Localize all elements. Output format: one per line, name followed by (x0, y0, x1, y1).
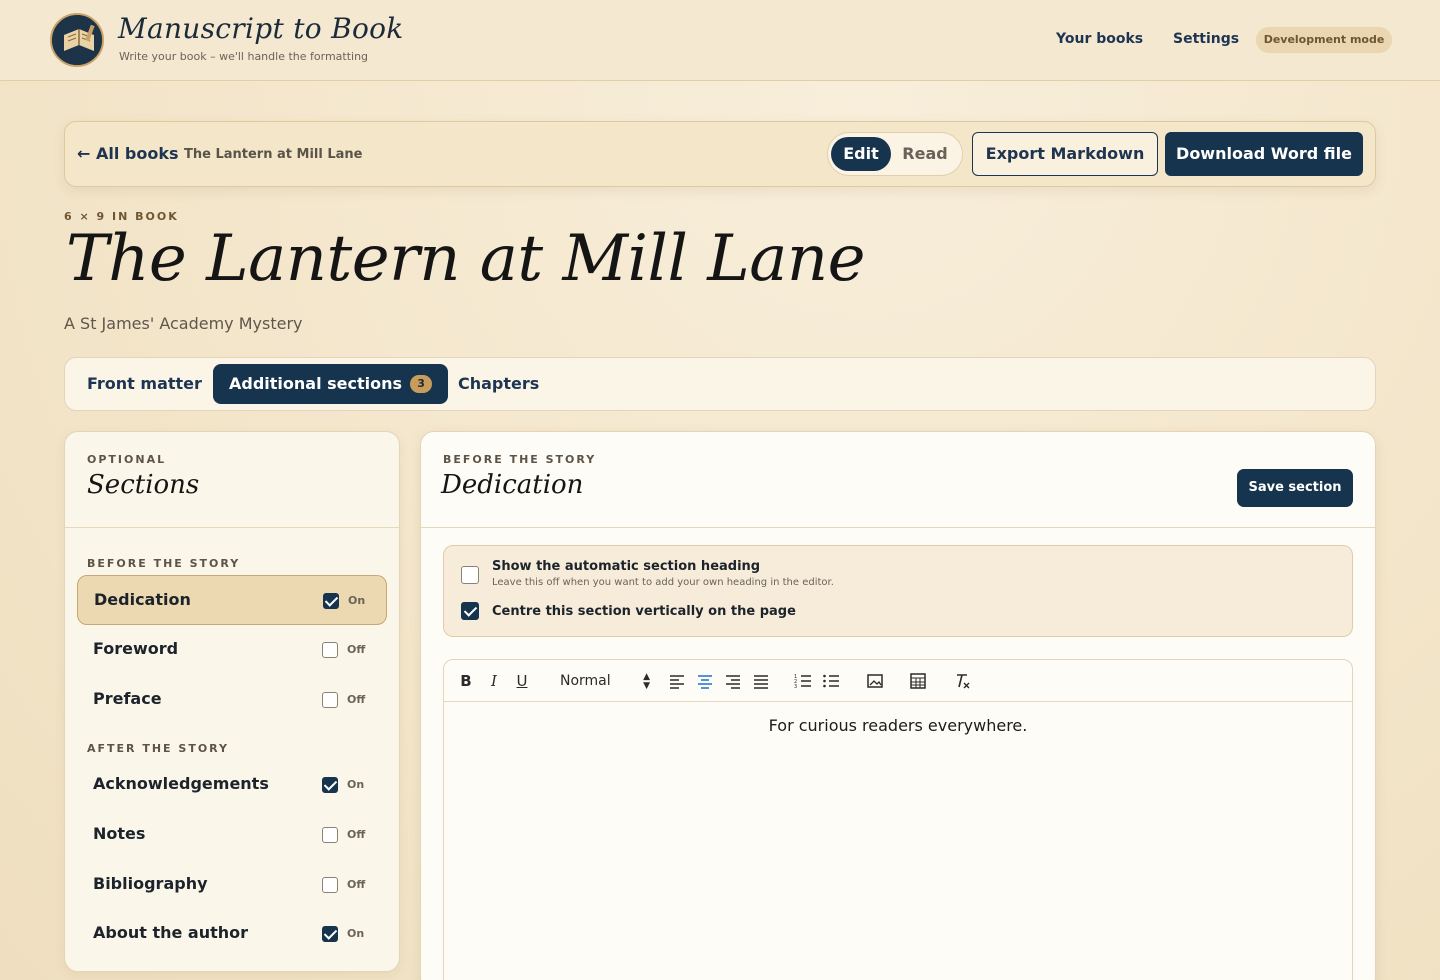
centre-vertically-checkbox[interactable] (461, 602, 479, 620)
align-center-icon[interactable] (694, 670, 716, 692)
section-state: Off (347, 693, 366, 706)
section-editor-panel: BEFORE THE STORY Dedication Save section… (420, 431, 1376, 980)
table-icon[interactable] (907, 670, 929, 692)
section-item-preface[interactable]: Preface Off (77, 675, 387, 725)
section-item-label: Bibliography (93, 874, 208, 893)
tab-additional-sections-label: Additional sections (229, 374, 403, 393)
dev-mode-badge: Development mode (1256, 27, 1392, 53)
select-arrows-icon: ▲ ▼ (643, 672, 650, 691)
section-state: On (348, 594, 366, 607)
section-item-label: Preface (93, 689, 162, 708)
edit-mode-button[interactable]: Edit (831, 137, 891, 171)
brand-tagline: Write your book – we'll handle the forma… (119, 50, 369, 63)
ordered-list-icon[interactable]: 123 (792, 670, 814, 692)
sections-sidebar: OPTIONAL Sections BEFORE THE STORY Dedic… (64, 431, 400, 972)
section-toggle-checkbox[interactable] (323, 593, 339, 609)
editor-content[interactable]: For curious readers everywhere. (444, 716, 1352, 735)
panel-header: BEFORE THE STORY Dedication Save section (421, 432, 1375, 528)
book-logo-icon[interactable] (50, 13, 104, 67)
section-state: Off (347, 643, 366, 656)
export-markdown-button[interactable]: Export Markdown (972, 132, 1158, 176)
section-item-acknowledgements[interactable]: Acknowledgements On (77, 760, 387, 810)
section-state: On (347, 778, 365, 791)
svg-text:3: 3 (794, 684, 797, 690)
centre-vertically-label: Centre this section vertically on the pa… (492, 604, 796, 619)
underline-icon[interactable]: U (511, 670, 533, 692)
group-before-label: BEFORE THE STORY (87, 557, 241, 570)
read-mode-button[interactable]: Read (894, 137, 956, 171)
toolbar-book-title: The Lantern at Mill Lane (184, 147, 363, 162)
section-item-label: Notes (93, 824, 146, 843)
section-state: On (347, 927, 365, 940)
save-section-button[interactable]: Save section (1237, 469, 1353, 507)
bold-icon[interactable]: B (455, 670, 477, 692)
section-tabs: Front matter Additional sections 3 Chapte… (64, 357, 1376, 411)
section-item-bibliography[interactable]: Bibliography Off (77, 860, 387, 910)
book-title: The Lantern at Mill Lane (66, 222, 866, 296)
all-books-back-link[interactable]: ← All books (77, 144, 179, 163)
panel-heading: Dedication (441, 470, 584, 500)
brand-title: Manuscript to Book (118, 12, 404, 45)
image-icon[interactable] (864, 670, 886, 692)
book-toolbar: ← All books The Lantern at Mill Lane Edi… (64, 121, 1376, 187)
rich-text-editor: B I U Normal ▲ ▼ 123 For curious readers… (443, 659, 1353, 980)
app-header: Manuscript to Book Write your book – we'… (0, 0, 1440, 81)
section-item-dedication[interactable]: Dedication On (77, 575, 387, 625)
paragraph-format-select[interactable]: Normal ▲ ▼ (560, 671, 650, 691)
section-item-label: About the author (93, 923, 249, 942)
section-toggle-checkbox[interactable] (322, 877, 338, 893)
section-item-about-the-author[interactable]: About the author On (77, 909, 387, 959)
section-toggle-checkbox[interactable] (322, 827, 338, 843)
align-left-icon[interactable] (666, 670, 688, 692)
section-toggle-checkbox[interactable] (322, 926, 338, 942)
panel-eyebrow: BEFORE THE STORY (443, 453, 597, 466)
nav-your-books[interactable]: Your books (1056, 31, 1143, 47)
section-toggle-checkbox[interactable] (322, 777, 338, 793)
tab-additional-sections[interactable]: Additional sections 3 (213, 364, 449, 404)
clear-formatting-icon[interactable] (951, 670, 973, 692)
align-right-icon[interactable] (722, 670, 744, 692)
align-justify-icon[interactable] (750, 670, 772, 692)
section-state: Off (347, 828, 366, 841)
format-select-value: Normal (560, 673, 611, 689)
edit-read-toggle: Edit Read (827, 132, 963, 176)
italic-icon[interactable]: I (483, 670, 505, 692)
show-heading-help: Leave this off when you want to add your… (492, 577, 834, 588)
show-heading-checkbox[interactable] (461, 566, 479, 584)
section-toggle-checkbox[interactable] (322, 642, 338, 658)
editor-toolbar: B I U Normal ▲ ▼ 123 (444, 660, 1352, 702)
section-toggle-checkbox[interactable] (322, 692, 338, 708)
sidebar-header: OPTIONAL Sections (65, 432, 399, 528)
section-options: Show the automatic section heading Leave… (443, 545, 1353, 637)
sidebar-heading: Sections (87, 470, 200, 500)
download-word-button[interactable]: Download Word file (1165, 132, 1363, 176)
show-heading-label: Show the automatic section heading (492, 559, 761, 574)
section-count-badge: 3 (410, 375, 433, 393)
tab-front-matter[interactable]: Front matter (87, 364, 202, 404)
tab-chapters[interactable]: Chapters (458, 364, 539, 404)
nav-settings[interactable]: Settings (1173, 31, 1239, 47)
section-state: Off (347, 878, 366, 891)
book-subtitle: A St James' Academy Mystery (64, 314, 303, 333)
section-item-foreword[interactable]: Foreword Off (77, 625, 387, 675)
section-item-label: Acknowledgements (93, 774, 269, 793)
section-item-label: Dedication (94, 590, 191, 609)
section-item-label: Foreword (93, 639, 179, 658)
group-after-label: AFTER THE STORY (87, 742, 230, 755)
sidebar-eyebrow: OPTIONAL (87, 453, 167, 466)
bullet-list-icon[interactable] (820, 670, 842, 692)
section-item-notes[interactable]: Notes Off (77, 810, 387, 860)
